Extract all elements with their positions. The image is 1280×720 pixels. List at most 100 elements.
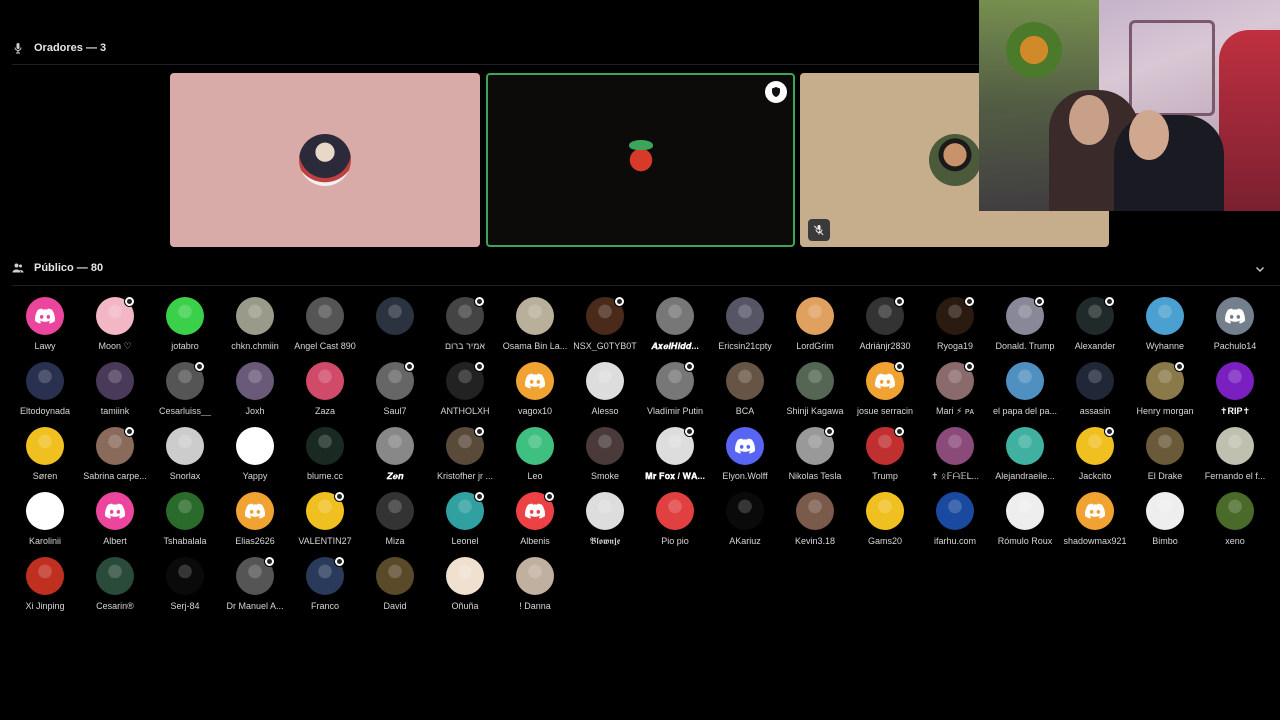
chevron-down-icon[interactable] <box>1254 263 1266 275</box>
audience-member[interactable]: assasin <box>1060 362 1130 427</box>
audience-member[interactable]: josue serracin <box>850 361 920 427</box>
audience-member[interactable]: Leo <box>500 427 570 492</box>
speaker-tile-2-speaking[interactable] <box>486 73 795 247</box>
audience-member[interactable]: LordGrim <box>780 297 850 362</box>
audience-member[interactable]: Ericsin21cpty <box>710 297 780 362</box>
audience-member[interactable]: 𝕭𝖑𝖔𝖜𝖓𝖏𝖊 <box>570 492 640 557</box>
audience-member[interactable]: xeno <box>1200 492 1270 557</box>
audience-member[interactable]: Moon ♡ <box>80 296 150 362</box>
audience-member[interactable]: Albenis <box>500 491 570 557</box>
audience-member[interactable]: Albert <box>80 492 150 557</box>
audience-member[interactable]: Miza <box>360 492 430 557</box>
audience-member[interactable]: Serj-84 <box>150 557 220 622</box>
audience-member[interactable]: Alexander <box>1060 296 1130 362</box>
audience-member[interactable]: shadowmax921 <box>1060 492 1130 557</box>
audience-member[interactable]: Cesarin® <box>80 557 150 622</box>
audience-member[interactable]: VALENTIN27 <box>290 491 360 557</box>
audience-member[interactable]: ✝ ᛟ𝔽ᗩ𝔼ᒪ... <box>920 427 990 492</box>
audience-member[interactable]: Søren <box>10 427 80 492</box>
audience-member[interactable]: Kristofher jr ... <box>430 426 500 492</box>
member-name: Bimbo <box>1152 536 1178 546</box>
member-name: Tshabalala <box>163 536 207 546</box>
audience-member[interactable]: Leonel <box>430 491 500 557</box>
audience-member[interactable]: Wyhanne <box>1130 297 1200 362</box>
audience-member[interactable]: Eltodoynada <box>10 362 80 427</box>
audience-member[interactable]: Bimbo <box>1130 492 1200 557</box>
audience-member[interactable]: Saul7 <box>360 361 430 427</box>
audience-member[interactable]: El Drake <box>1130 427 1200 492</box>
audience-header-label: Público — 80 <box>34 262 104 274</box>
audience-member[interactable]: Dr Manuel A... <box>220 556 290 622</box>
status-badge <box>964 296 975 307</box>
audience-member[interactable]: Sabrina carpe... <box>80 426 150 492</box>
audience-member[interactable]: Oñuña <box>430 557 500 622</box>
audience-member[interactable]: ANTHOLXH <box>430 361 500 427</box>
audience-member[interactable]: Shinji Kagawa <box>780 362 850 427</box>
audience-member[interactable]: Jackcito <box>1060 426 1130 492</box>
avatar <box>656 297 694 335</box>
audience-member[interactable]: 𝑨𝒙𝒆𝒍𝑯𝒊𝒅𝒅... <box>640 297 710 362</box>
avatar <box>656 492 694 530</box>
audience-member[interactable]: AKariuz <box>710 492 780 557</box>
audience-member[interactable]: Tshabalala <box>150 492 220 557</box>
audience-member[interactable]: Lawy <box>10 297 80 362</box>
member-name: Miza <box>385 536 405 546</box>
audience-member[interactable]: 𝐌𝐫 𝐅𝐨𝐱 / 𝐖𝐀... <box>640 426 710 492</box>
audience-member[interactable]: Fernando el f... <box>1200 427 1270 492</box>
discord-default-avatar <box>26 297 64 335</box>
audience-member[interactable]: Vladímir Putin <box>640 361 710 427</box>
audience-member[interactable]: Karolinii <box>10 492 80 557</box>
audience-member[interactable]: Trump <box>850 426 920 492</box>
audience-member[interactable]: ✝RIP✝ <box>1200 362 1270 427</box>
audience-member[interactable]: Yappy <box>220 427 290 492</box>
audience-member[interactable]: Rómulo Roux <box>990 492 1060 557</box>
audience-member[interactable]: Zaza <box>290 362 360 427</box>
audience-member[interactable]: Franco <box>290 556 360 622</box>
audience-member[interactable]: Donald. Trump <box>990 296 1060 362</box>
audience-member[interactable]: Snorlax <box>150 427 220 492</box>
audience-member[interactable]: ! Danna <box>500 557 570 622</box>
audience-member[interactable]: Gams20 <box>850 492 920 557</box>
audience-member[interactable]: Angel Cast 890 <box>290 297 360 362</box>
avatar <box>516 557 554 595</box>
speaker-tile-1[interactable] <box>170 73 480 247</box>
audience-member[interactable]: Kevin3.18 <box>780 492 850 557</box>
audience-member[interactable]: Smoke <box>570 427 640 492</box>
status-badge <box>614 296 625 307</box>
status-badge <box>334 556 345 567</box>
audience-member[interactable]: Ryoga19 <box>920 296 990 362</box>
audience-member[interactable] <box>360 297 430 362</box>
audience-member[interactable]: tamiink <box>80 362 150 427</box>
audience-member[interactable]: el papa del pa... <box>990 362 1060 427</box>
audience-member[interactable]: Nikolas Tesla <box>780 426 850 492</box>
audience-member[interactable]: Adriánjr2830 <box>850 296 920 362</box>
audience-member[interactable]: 𝒁𝒆𝒏 <box>360 427 430 492</box>
audience-member[interactable]: David <box>360 557 430 622</box>
audience-member[interactable]: Mari ⚡ ᴘᴀ <box>920 361 990 427</box>
audience-member[interactable]: jotabro <box>150 297 220 362</box>
audience-member[interactable]: Alejandraeile... <box>990 427 1060 492</box>
audience-member[interactable]: vagox10 <box>500 362 570 427</box>
audience-member[interactable]: blume.cc <box>290 427 360 492</box>
audience-member[interactable]: NSX_G0TYB0T <box>570 296 640 362</box>
audience-member[interactable]: Pio pio <box>640 492 710 557</box>
member-name: ! Danna <box>519 601 551 611</box>
audience-member[interactable]: Pachulo14 <box>1200 297 1270 362</box>
audience-member[interactable]: Osama Bin La... <box>500 297 570 362</box>
audience-member[interactable]: ifarhu.com <box>920 492 990 557</box>
audience-member[interactable]: Henry morgan <box>1130 361 1200 427</box>
audience-member[interactable]: Xi Jinping <box>10 557 80 622</box>
status-badge <box>474 426 485 437</box>
audience-member[interactable]: Elias2626 <box>220 492 290 557</box>
audience-member[interactable]: Elyon.Wolff <box>710 427 780 492</box>
audience-member[interactable]: Cesarluiss__ <box>150 361 220 427</box>
audience-member[interactable]: Alesso <box>570 362 640 427</box>
avatar <box>166 297 204 335</box>
status-badge <box>894 296 905 307</box>
member-name: David <box>383 601 407 611</box>
audience-member[interactable]: chkn.chmiin <box>220 297 290 362</box>
avatar <box>236 427 274 465</box>
audience-member[interactable]: Joxh <box>220 362 290 427</box>
audience-member[interactable]: BCA <box>710 362 780 427</box>
audience-member[interactable]: אמיר ברום <box>430 296 500 362</box>
